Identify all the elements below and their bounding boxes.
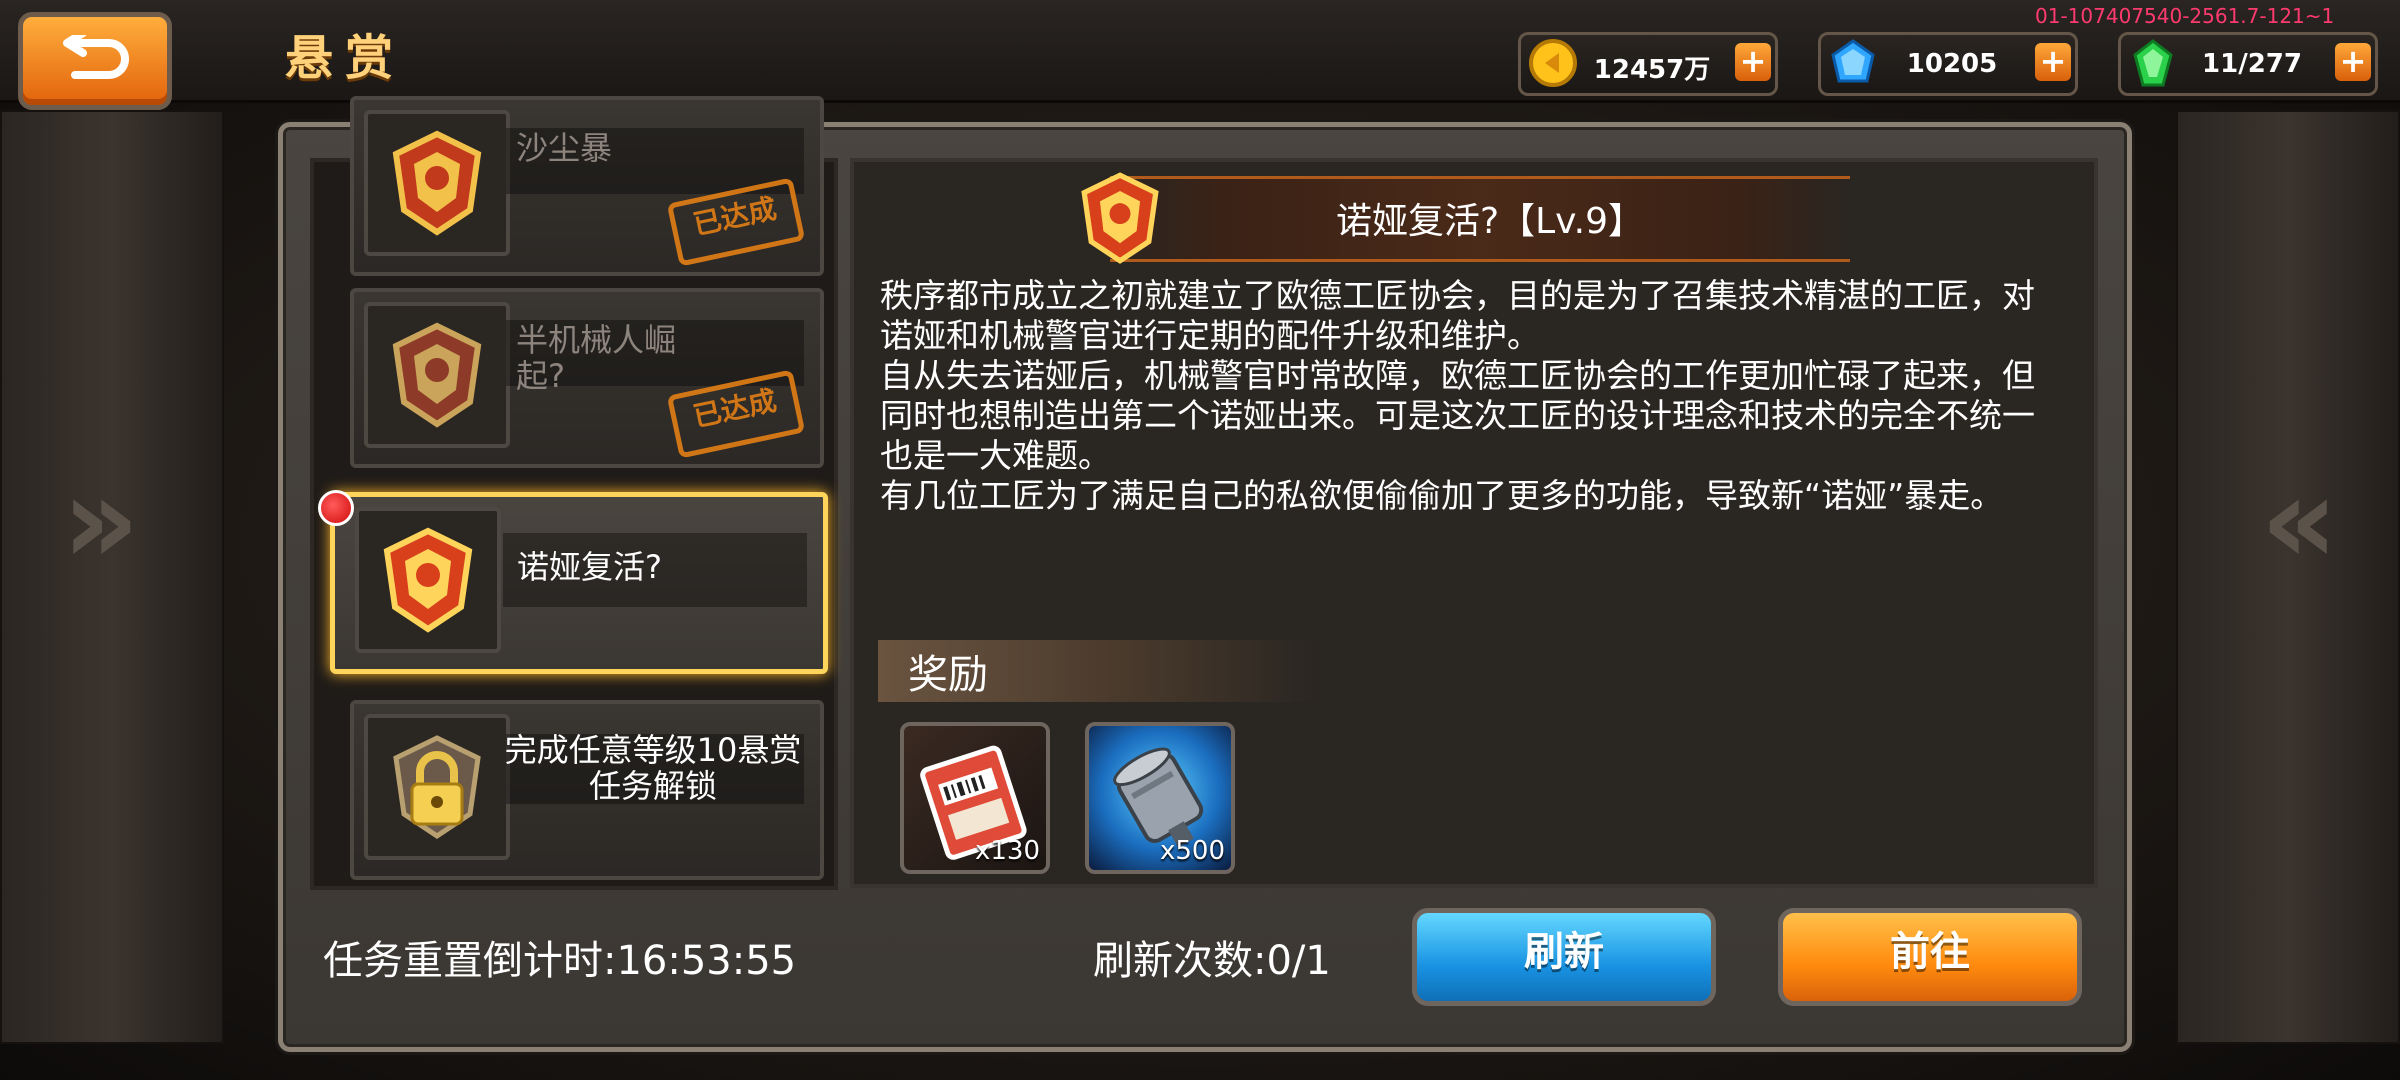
- task-story: 秩序都市成立之初就建立了欧德工匠协会，目的是为了召集技术精湛的工匠，对诺娅和机械…: [880, 276, 2060, 516]
- reward-item-motor[interactable]: x500: [1085, 722, 1235, 874]
- chevron-right-icon: »: [62, 452, 140, 591]
- reward-title: 奖励: [908, 652, 988, 698]
- chevron-left-icon: «: [2260, 452, 2338, 591]
- task-badge: [364, 302, 510, 448]
- reward-count: x500: [1159, 836, 1225, 866]
- add-energy-button[interactable]: +: [2335, 43, 2371, 81]
- task-card-sandstorm[interactable]: 沙尘暴 已达成: [350, 96, 824, 276]
- back-arrow-icon: [63, 35, 129, 79]
- gold-coin-icon: [1529, 39, 1577, 87]
- reset-countdown: 任务重置倒计时:16:53:55: [323, 938, 797, 984]
- padlock-icon: [393, 735, 481, 840]
- rank-shield-icon: [383, 527, 473, 633]
- reward-item-ticket[interactable]: x130: [900, 722, 1050, 874]
- task-badge: [364, 714, 510, 860]
- task-card-locked[interactable]: 完成任意等级10悬赏任务解锁: [350, 700, 824, 880]
- task-unlock-hint: 完成任意等级10悬赏任务解锁: [504, 731, 802, 805]
- diamond-counter: 10205 +: [1818, 32, 2078, 96]
- refresh-button[interactable]: 刷新: [1412, 908, 1716, 1006]
- notification-dot: [318, 490, 354, 526]
- story-paragraph: 有几位工匠为了满足自己的私欲便偷偷加了更多的功能，导致新“诺娅”暴走。: [880, 476, 2004, 515]
- background-wall-left: »: [0, 110, 224, 1044]
- go-button[interactable]: 前往: [1778, 908, 2082, 1006]
- top-bar: 悬赏 01-107407540-2561.7-121~1 12457万 + 10…: [0, 0, 2400, 110]
- refresh-count: 刷新次数:0/1: [1093, 938, 1331, 984]
- rank-shield-icon: [392, 322, 482, 428]
- task-name: 沙尘暴: [516, 129, 613, 167]
- build-code: 01-107407540-2561.7-121~1: [2035, 4, 2335, 28]
- task-badge: [364, 110, 510, 256]
- rank-shield-icon: [1081, 172, 1159, 264]
- story-paragraph: 秩序都市成立之初就建立了欧德工匠协会，目的是为了召集技术精湛的工匠，对诺娅和机械…: [880, 276, 2035, 355]
- page-title: 悬赏: [285, 30, 406, 86]
- green-crystal-icon: [2133, 39, 2173, 87]
- rank-shield-icon: [392, 130, 482, 236]
- background-wall-right: «: [2176, 110, 2400, 1044]
- energy-counter: 11/277 +: [2118, 32, 2378, 96]
- task-name: 诺娅复活?: [517, 548, 662, 586]
- task-card-noya-revival[interactable]: 诺娅复活?: [330, 492, 828, 674]
- back-button[interactable]: [18, 12, 172, 110]
- gold-counter: 12457万 +: [1518, 32, 1778, 96]
- story-paragraph: 自从失去诺娅后，机械警官时常故障，欧德工匠协会的工作更加忙碌了起来，但同时也想制…: [880, 356, 2035, 475]
- task-badge: [355, 507, 501, 653]
- add-diamond-button[interactable]: +: [2035, 43, 2071, 81]
- reward-count: x130: [974, 836, 1040, 866]
- diamond-value: 10205: [1906, 49, 1998, 79]
- energy-value: 11/277: [2202, 49, 2302, 79]
- task-card-cyborg-rise[interactable]: 半机械人崛起? 已达成: [350, 288, 824, 468]
- task-name: 半机械人崛起?: [516, 321, 677, 395]
- add-gold-button[interactable]: +: [1735, 43, 1771, 81]
- blue-gem-icon: [1831, 39, 1875, 83]
- task-detail-title: 诺娅复活?【Lv.9】: [1335, 201, 1645, 242]
- gold-value: 12457万: [1593, 55, 1711, 85]
